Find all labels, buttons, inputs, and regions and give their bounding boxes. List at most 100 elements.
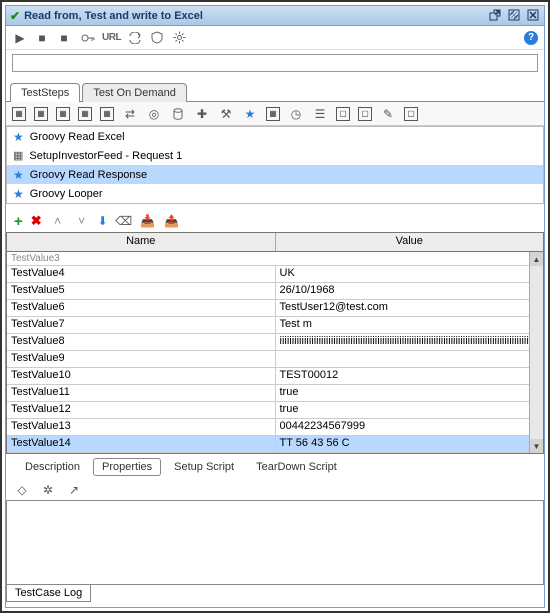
- property-name-cell[interactable]: TestValue14: [7, 436, 276, 452]
- close-icon[interactable]: [526, 8, 540, 22]
- tool-btn-1[interactable]: ▦: [12, 107, 26, 121]
- properties-grid[interactable]: Name Value TestValue3 TestValue4UKTestVa…: [6, 232, 544, 454]
- col-name[interactable]: Name: [7, 233, 276, 251]
- property-name-cell[interactable]: TestValue4: [7, 266, 276, 282]
- property-row[interactable]: TestValue14TT 56 43 56 C: [7, 436, 543, 453]
- tool-btn-2[interactable]: ▦: [34, 107, 48, 121]
- property-value-cell[interactable]: TT 56 43 56 C: [276, 436, 544, 452]
- property-row[interactable]: TestValue1300442234567999: [7, 419, 543, 436]
- detach-icon[interactable]: [488, 8, 502, 22]
- filter-input[interactable]: [12, 54, 538, 72]
- partial-row-top[interactable]: TestValue3: [7, 252, 543, 266]
- log-export-icon[interactable]: ↗: [66, 482, 82, 498]
- loop-icon[interactable]: [127, 30, 143, 46]
- prop-import-icon[interactable]: 📥: [140, 213, 156, 229]
- tool-wrench-icon[interactable]: ⚒: [218, 106, 234, 122]
- property-row[interactable]: TestValue12true: [7, 402, 543, 419]
- log-area[interactable]: [6, 500, 544, 585]
- property-row[interactable]: TestValue10TEST00012: [7, 368, 543, 385]
- teststep-item[interactable]: ★Groovy Read Response: [7, 165, 543, 184]
- tool-list-icon[interactable]: ☰: [312, 106, 328, 122]
- property-row[interactable]: TestValue4UK: [7, 266, 543, 283]
- tab-teststeps[interactable]: TestSteps: [10, 83, 80, 102]
- tool-btn-3[interactable]: ▦: [56, 107, 70, 121]
- tool-arrows-icon[interactable]: ⇄: [122, 106, 138, 122]
- tool-target-icon[interactable]: ◎: [146, 106, 162, 122]
- property-row[interactable]: TestValue11true: [7, 385, 543, 402]
- property-name-cell[interactable]: TestValue11: [7, 385, 276, 401]
- tool-db-icon[interactable]: [170, 106, 186, 122]
- stop-button[interactable]: ■: [34, 30, 50, 46]
- property-value-cell[interactable]: TestUser12@test.com: [276, 300, 544, 316]
- prop-down-caret-icon[interactable]: ˅: [74, 213, 90, 229]
- main-toolbar: ▶ ■ ■ URL ?: [6, 26, 544, 50]
- window-frame: ✔ Read from, Test and write to Excel ▶ ■…: [5, 5, 545, 608]
- property-name-cell[interactable]: TestValue5: [7, 283, 276, 299]
- abort-button[interactable]: ■: [56, 30, 72, 46]
- teststep-item[interactable]: ▦SetupInvestorFeed - Request 1: [7, 146, 543, 165]
- run-button[interactable]: ▶: [12, 30, 28, 46]
- property-name-cell[interactable]: TestValue9: [7, 351, 276, 367]
- tab-testondemand[interactable]: Test On Demand: [82, 83, 187, 102]
- tool-window2-icon[interactable]: ▢: [358, 107, 372, 121]
- property-value-cell[interactable]: true: [276, 402, 544, 418]
- property-value-cell[interactable]: iiiiiiiiiiiiiiiiiiiiiiiiiiiiiiiiiiiiiiii…: [276, 334, 544, 350]
- col-value[interactable]: Value: [276, 233, 544, 251]
- maximize-icon[interactable]: [507, 8, 521, 22]
- property-value-cell[interactable]: 26/10/1968: [276, 283, 544, 299]
- tool-btn-5[interactable]: ▦: [100, 107, 114, 121]
- prop-clear-icon[interactable]: ⌫: [116, 213, 132, 229]
- property-name-cell[interactable]: TestValue7: [7, 317, 276, 333]
- tool-window3-icon[interactable]: ▢: [404, 107, 418, 121]
- url-button[interactable]: URL: [102, 30, 121, 46]
- property-value-cell[interactable]: true: [276, 385, 544, 401]
- tab-setupscript[interactable]: Setup Script: [165, 458, 243, 476]
- scroll-down-button[interactable]: ▼: [530, 439, 543, 453]
- key-icon[interactable]: [80, 30, 96, 46]
- tab-properties[interactable]: Properties: [93, 458, 161, 476]
- steps-toolbar: ▦ ▦ ▦ ▦ ▦ ⇄ ◎ ✚ ⚒ ★ ▦ ◷ ☰ ▢ ▢ ✎ ▢: [6, 102, 544, 126]
- property-name-cell[interactable]: TestValue13: [7, 419, 276, 435]
- teststeps-list[interactable]: ★Groovy Read Excel▦SetupInvestorFeed - R…: [6, 126, 544, 204]
- property-row[interactable]: TestValue8iiiiiiiiiiiiiiiiiiiiiiiiiiiiii…: [7, 334, 543, 351]
- prop-down-arrow-icon[interactable]: ⬇: [98, 214, 108, 228]
- tool-plus-icon[interactable]: ✚: [194, 106, 210, 122]
- teststep-item[interactable]: ★Groovy Read Excel: [7, 127, 543, 146]
- tool-btn-4[interactable]: ▦: [78, 107, 92, 121]
- shield-icon[interactable]: [149, 30, 165, 46]
- tool-grid-icon[interactable]: ▦: [266, 107, 280, 121]
- help-button[interactable]: ?: [524, 31, 538, 45]
- add-property-button[interactable]: +: [14, 213, 23, 230]
- property-name-cell[interactable]: TestValue12: [7, 402, 276, 418]
- property-value-cell[interactable]: [276, 351, 544, 367]
- teststep-item[interactable]: ★Groovy Looper: [7, 184, 543, 203]
- tool-clock-icon[interactable]: ◷: [288, 106, 304, 122]
- scrollbar[interactable]: ▲ ▼: [529, 252, 543, 453]
- property-row[interactable]: TestValue6TestUser12@test.com: [7, 300, 543, 317]
- property-row[interactable]: TestValue9: [7, 351, 543, 368]
- tool-star-icon[interactable]: ★: [242, 106, 258, 122]
- scroll-up-button[interactable]: ▲: [530, 252, 543, 266]
- property-name-cell[interactable]: TestValue8: [7, 334, 276, 350]
- tool-script-icon[interactable]: ✎: [380, 106, 396, 122]
- property-value-cell[interactable]: Test m: [276, 317, 544, 333]
- log-clear-icon[interactable]: ◇: [14, 482, 30, 498]
- bottom-tabstrip: Description Properties Setup Script Tear…: [6, 454, 544, 480]
- property-value-cell[interactable]: TEST00012: [276, 368, 544, 384]
- property-row[interactable]: TestValue526/10/1968: [7, 283, 543, 300]
- remove-property-button[interactable]: ✖: [31, 213, 42, 229]
- property-row[interactable]: TestValue7Test m: [7, 317, 543, 334]
- gear-icon[interactable]: [171, 30, 187, 46]
- property-name-cell[interactable]: TestValue6: [7, 300, 276, 316]
- tool-window-icon[interactable]: ▢: [336, 107, 350, 121]
- tab-teardownscript[interactable]: TearDown Script: [247, 458, 346, 476]
- property-value-cell[interactable]: 00442234567999: [276, 419, 544, 435]
- tab-description[interactable]: Description: [16, 458, 89, 476]
- tab-testcaselog[interactable]: TestCase Log: [6, 584, 91, 602]
- prop-export-icon[interactable]: 📤: [164, 213, 180, 229]
- property-name-cell[interactable]: TestValue10: [7, 368, 276, 384]
- log-options-icon[interactable]: ✲: [40, 482, 56, 498]
- property-value-cell[interactable]: UK: [276, 266, 544, 282]
- prop-up-caret-icon[interactable]: ˄: [50, 213, 66, 229]
- star-icon: ★: [13, 187, 24, 201]
